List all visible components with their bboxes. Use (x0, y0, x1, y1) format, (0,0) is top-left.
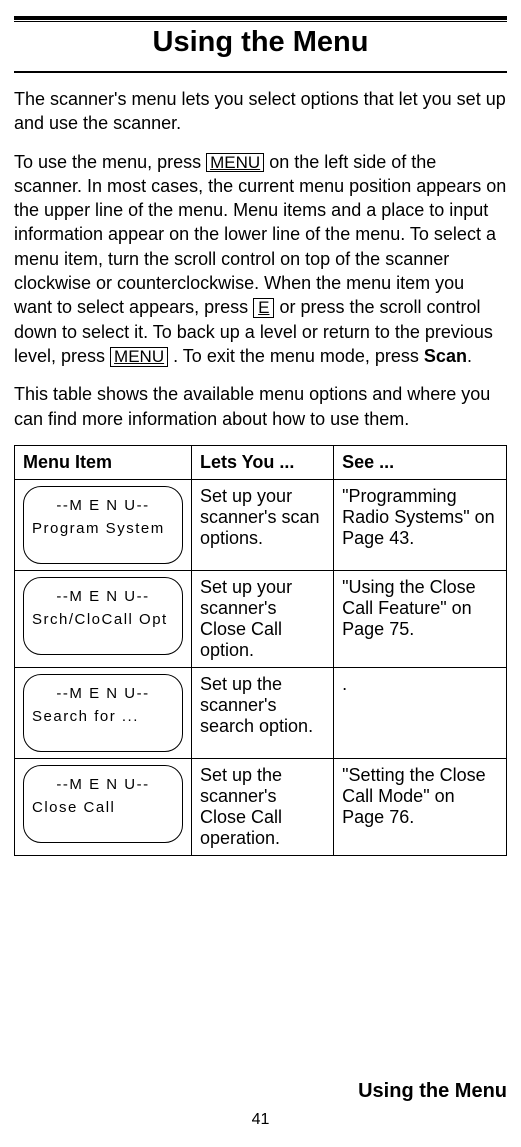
col-menu-item: Menu Item (15, 445, 192, 479)
lcd-display: --M E N U-- Program System (23, 486, 183, 564)
p2-mid3: . To exit the menu mode, press (173, 346, 424, 366)
page-title-inner: Using the Menu (14, 21, 507, 59)
intro-paragraph-3: This table shows the available menu opti… (14, 382, 507, 431)
menu-key-icon-2: MENU (110, 347, 168, 367)
cell-lcd: --M E N U-- Search for ... (15, 667, 192, 758)
lcd-line-2: Srch/CloCall Opt (32, 611, 174, 628)
lcd-display: --M E N U-- Close Call (23, 765, 183, 843)
table-row: --M E N U-- Srch/CloCall Opt Set up your… (15, 570, 507, 667)
lcd-line-1: --M E N U-- (32, 776, 174, 793)
lcd-display: --M E N U-- Search for ... (23, 674, 183, 752)
lcd-line-2: Program System (32, 520, 174, 537)
scan-key-label: Scan (424, 346, 467, 366)
p2-mid1: on the left side of the scanner. In most… (14, 152, 506, 318)
cell-lcd: --M E N U-- Program System (15, 479, 192, 570)
table-row: --M E N U-- Program System Set up your s… (15, 479, 507, 570)
p2-prefix: To use the menu, press (14, 152, 206, 172)
lcd-display: --M E N U-- Srch/CloCall Opt (23, 577, 183, 655)
table-row: --M E N U-- Close Call Set up the scanne… (15, 758, 507, 855)
e-key-icon: E (253, 298, 274, 318)
cell-lets-you: Set up your scanner's scan options. (192, 479, 334, 570)
lcd-line-2: Search for ... (32, 708, 174, 725)
cell-see: "Setting the Close Call Mode" on Page 76… (334, 758, 507, 855)
menu-key-icon: MENU (206, 153, 264, 173)
intro-paragraph-2: To use the menu, press MENU on the left … (14, 150, 507, 369)
lcd-line-2: Close Call (32, 799, 174, 816)
cell-lcd: --M E N U-- Srch/CloCall Opt (15, 570, 192, 667)
menu-options-table: Menu Item Lets You ... See ... --M E N U… (14, 445, 507, 856)
cell-lets-you: Set up the scanner's search option. (192, 667, 334, 758)
col-see: See ... (334, 445, 507, 479)
intro-paragraph-1: The scanner's menu lets you select optio… (14, 87, 507, 136)
col-lets-you: Lets You ... (192, 445, 334, 479)
cell-lcd: --M E N U-- Close Call (15, 758, 192, 855)
table-row: --M E N U-- Search for ... Set up the sc… (15, 667, 507, 758)
cell-see: "Programming Radio Systems" on Page 43. (334, 479, 507, 570)
p2-suffix: . (467, 346, 472, 366)
lcd-line-1: --M E N U-- (32, 588, 174, 605)
cell-lets-you: Set up your scanner's Close Call option. (192, 570, 334, 667)
table-header-row: Menu Item Lets You ... See ... (15, 445, 507, 479)
lcd-line-1: --M E N U-- (32, 497, 174, 514)
page-title: Using the Menu (153, 26, 369, 58)
lcd-line-1: --M E N U-- (32, 685, 174, 702)
cell-lets-you: Set up the scanner's Close Call operatio… (192, 758, 334, 855)
cell-see: "Using the Close Call Feature" on Page 7… (334, 570, 507, 667)
page-title-bar: Using the Menu (14, 16, 507, 73)
page-number: 41 (0, 1111, 521, 1129)
running-footer: Using the Menu (358, 1080, 507, 1103)
cell-see: . (334, 667, 507, 758)
